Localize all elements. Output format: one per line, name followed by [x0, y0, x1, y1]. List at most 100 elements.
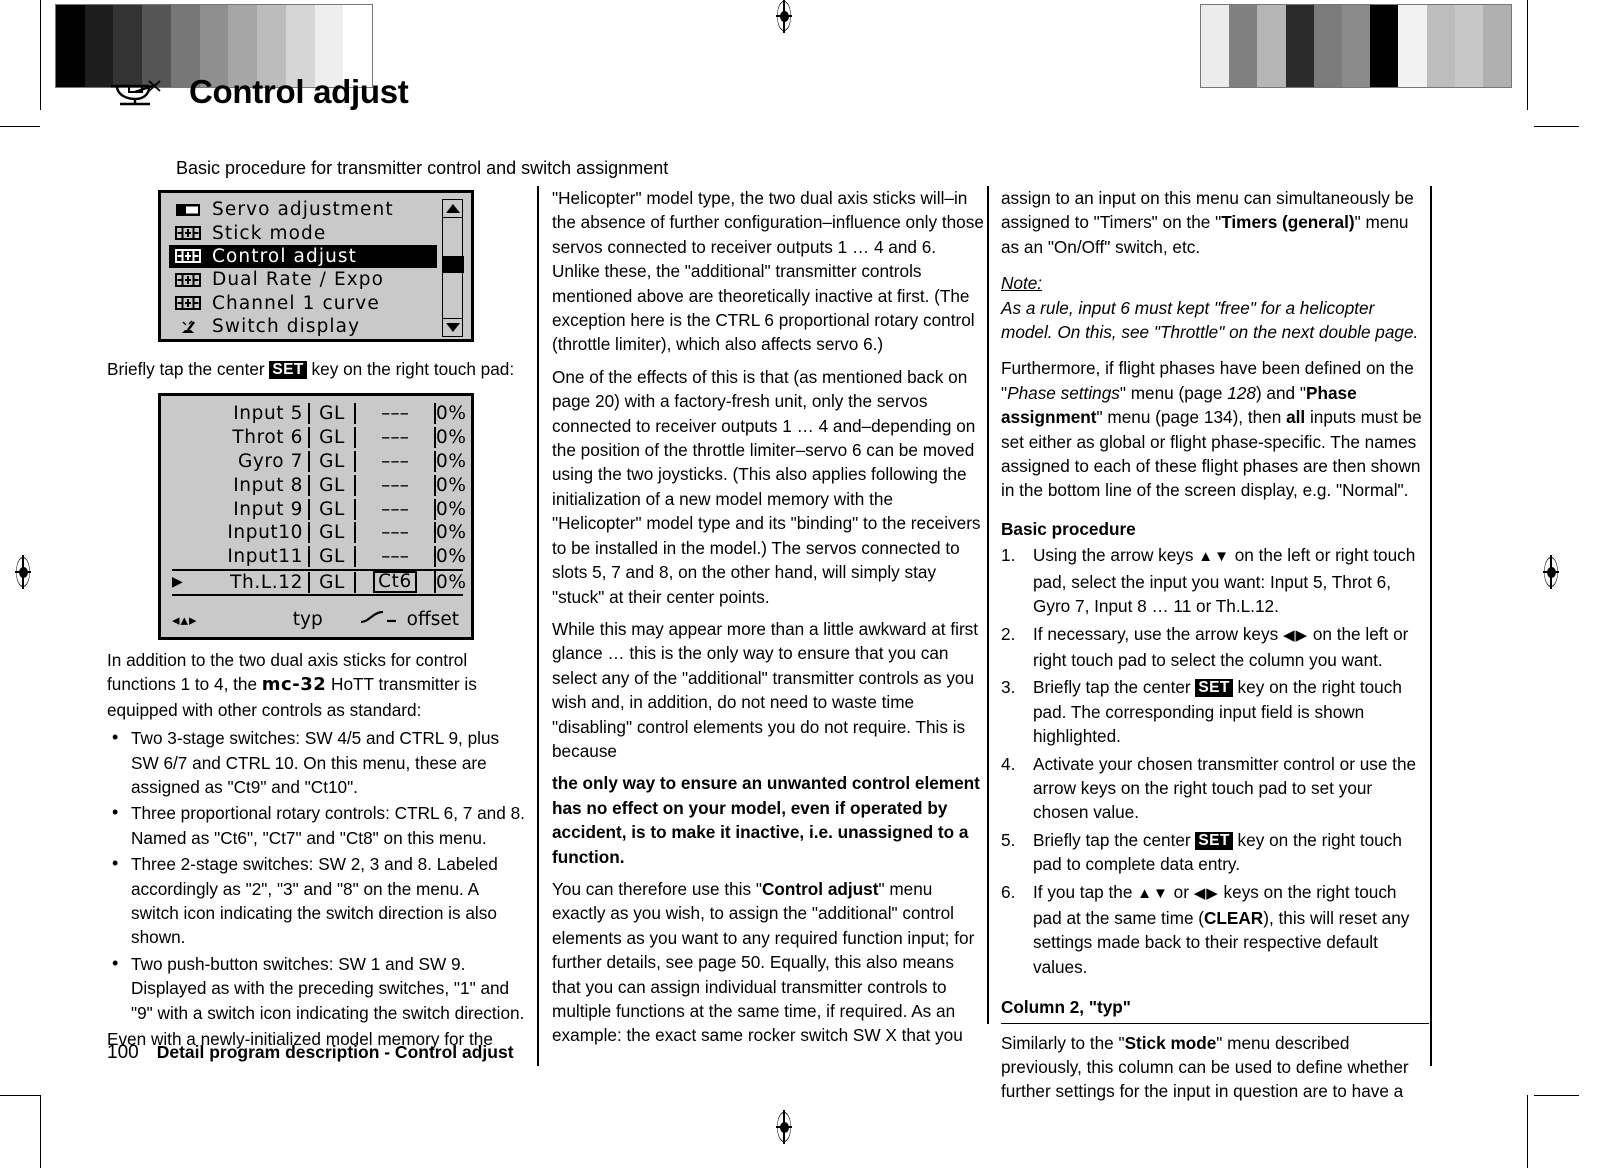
menu-item-channel-1-curve[interactable]: Channel 1 curve [169, 292, 437, 315]
manual-page: Control adjust Basic procedure for trans… [0, 0, 1599, 1168]
page-footer: 100 Detail program description - Control… [107, 1042, 514, 1064]
row-source[interactable]: ––– [356, 522, 436, 544]
menu-list: Servo adjustment Stick mode Control adju… [169, 198, 437, 338]
col2-paragraph-2: One of the effects of this is that (as m… [552, 366, 981, 607]
table-row[interactable]: Input11 GL ––– 0% [172, 545, 466, 569]
list-item-step-1: Using the arrow keys ▲▼ on the left or r… [1001, 543, 1416, 617]
curve-icon [350, 609, 406, 630]
column-rule-3 [1430, 186, 1432, 1066]
col1-bullet-list: Two 3-stage switches: SW 4/5 and CTRL 9,… [107, 725, 525, 1025]
row-offset[interactable]: 0% [436, 572, 473, 593]
row-source-selected[interactable]: Ct6 [373, 571, 417, 594]
table-row-selected[interactable]: ▶ Th.L.12 GL Ct6 0% [172, 568, 466, 597]
chevron-up-icon [445, 204, 460, 213]
menu-name-control-adjust: Control adjust [761, 878, 879, 899]
row-input-name: Throt 6 [188, 427, 310, 449]
menu-scrollbar[interactable] [442, 199, 464, 337]
column-rule-2 [987, 186, 989, 1024]
lcd-control-adjust-screen[interactable]: Input 5 GL ––– 0% Throt 6 GL ––– 0% Gyro… [158, 393, 474, 640]
row-source[interactable]: ––– [356, 403, 436, 425]
row-source[interactable]: ––– [356, 427, 436, 449]
row-input-name: Input 9 [188, 498, 310, 520]
row-offset[interactable]: 0% [436, 522, 473, 543]
table-row[interactable]: Input 9 GL ––– 0% [172, 497, 466, 521]
row-typ[interactable]: GL [310, 403, 356, 425]
col3-paragraph-3: Similarly to the "Stick mode" menu descr… [1001, 1032, 1409, 1102]
row-typ[interactable]: GL [310, 571, 356, 593]
menu-name-stick-mode: Stick mode [1124, 1032, 1217, 1053]
page-ref-128: 128 [1227, 382, 1256, 403]
scroll-up-button[interactable] [442, 199, 463, 218]
scrollbar-thumb[interactable] [443, 256, 464, 273]
col3-paragraph-2: Furthermore, if flight phases have been … [1001, 358, 1422, 501]
row-offset[interactable]: 0% [436, 403, 473, 424]
menu-item-stick-mode[interactable]: Stick mode [169, 221, 437, 244]
scroll-down-button[interactable] [442, 318, 463, 337]
list-item: Two push-button switches: SW 1 and SW 9.… [107, 951, 525, 1025]
text-column-2: "Helicopter" model type, the two dual ax… [552, 186, 984, 1048]
set-key-caption: Briefly tap the center SET key on the ri… [107, 359, 515, 379]
table-row[interactable]: Gyro 7 GL ––– 0% [172, 450, 466, 474]
row-typ[interactable]: GL [310, 546, 356, 568]
nav-arrows-icon[interactable]: ◂▴▸ [172, 611, 265, 629]
footer-title: Detail program description - Control adj… [156, 1042, 514, 1062]
menu-item-dual-rate-expo[interactable]: Dual Rate / Expo [169, 268, 437, 291]
footer-offset-label: offset [406, 609, 459, 630]
up-down-arrow-icon: ▲▼ [1198, 548, 1230, 566]
list-item: Three proportional rotary controls: CTRL… [107, 800, 525, 850]
up-down-arrow-icon: ▲▼ [1137, 884, 1169, 902]
table-row[interactable]: Input 8 GL ––– 0% [172, 473, 466, 497]
row-offset[interactable]: 0% [436, 546, 473, 567]
row-offset[interactable]: 0% [436, 475, 473, 496]
row-input-name: Input11 [188, 546, 310, 568]
text-column-3: assign to an input on this menu can simu… [1001, 186, 1429, 1104]
table-row[interactable]: Throt 6 GL ––– 0% [172, 426, 466, 450]
column-rule-1 [537, 186, 539, 1066]
list-item-step-3: Briefly tap the center SET key on the ri… [1001, 675, 1402, 747]
menu-item-control-adjust[interactable]: Control adjust [169, 244, 437, 269]
row-source[interactable]: ––– [356, 546, 436, 568]
col2-paragraph-3: While this may appear more than a little… [552, 618, 979, 761]
row-offset[interactable]: 0% [436, 451, 473, 472]
control-icon [175, 248, 201, 264]
scrollbar-track[interactable] [442, 218, 464, 318]
lcd-menu-screen[interactable]: Servo adjustment Stick mode Control adju… [158, 190, 474, 342]
row-typ[interactable]: GL [310, 427, 356, 449]
menu-item-servo-adjustment[interactable]: Servo adjustment [169, 198, 437, 221]
page-header: Control adjust [105, 72, 409, 112]
page-number: 100 [107, 1042, 139, 1063]
stick-icon [175, 225, 201, 241]
row-typ[interactable]: GL [310, 498, 356, 520]
left-right-arrow-icon: ◀▶ [1193, 884, 1219, 902]
menu-item-label: Dual Rate / Expo [212, 269, 385, 291]
row-source-cell[interactable]: Ct6 [356, 571, 436, 594]
row-source[interactable]: ––– [356, 450, 436, 472]
row-typ[interactable]: GL [310, 450, 356, 472]
table-row[interactable]: Input 5 GL ––– 0% [172, 402, 466, 426]
row-typ[interactable]: GL [310, 522, 356, 544]
set-key-badge: SET [1195, 679, 1233, 698]
list-item-step-5: Briefly tap the center SET key on the ri… [1001, 828, 1402, 875]
row-input-name: Input 8 [188, 474, 310, 496]
note-label: Note: [1001, 273, 1043, 294]
chevron-down-icon [445, 323, 460, 332]
basic-procedure-heading: Basic procedure [1001, 518, 1136, 539]
note-text: As a rule, input 6 must kept "free" for … [1001, 297, 1419, 343]
row-offset[interactable]: 0% [436, 499, 473, 520]
row-typ[interactable]: GL [310, 474, 356, 496]
set-key-badge: SET [1195, 831, 1233, 850]
section-subtitle: Basic procedure for transmitter control … [176, 158, 669, 178]
col2-paragraph-1: "Helicopter" model type, the two dual ax… [552, 188, 984, 355]
menu-item-label: Servo adjustment [212, 199, 394, 221]
col3-paragraph-1: assign to an input on this menu can simu… [1001, 188, 1414, 257]
row-input-name: Input10 [188, 522, 310, 544]
col1-paragraph-1: In addition to the two dual axis sticks … [107, 650, 477, 720]
menu-item-label: Switch display [212, 316, 361, 338]
row-source[interactable]: ––– [356, 474, 436, 496]
row-offset[interactable]: 0% [436, 427, 473, 448]
table-row[interactable]: Input10 GL ––– 0% [172, 521, 466, 545]
menu-item-switch-display[interactable]: Switch display [169, 315, 437, 338]
row-source[interactable]: ––– [356, 498, 436, 520]
column2-typ-heading: Column 2, "typ" [1001, 995, 1429, 1024]
menu-name-timers-general: Timers (general) [1221, 212, 1355, 233]
